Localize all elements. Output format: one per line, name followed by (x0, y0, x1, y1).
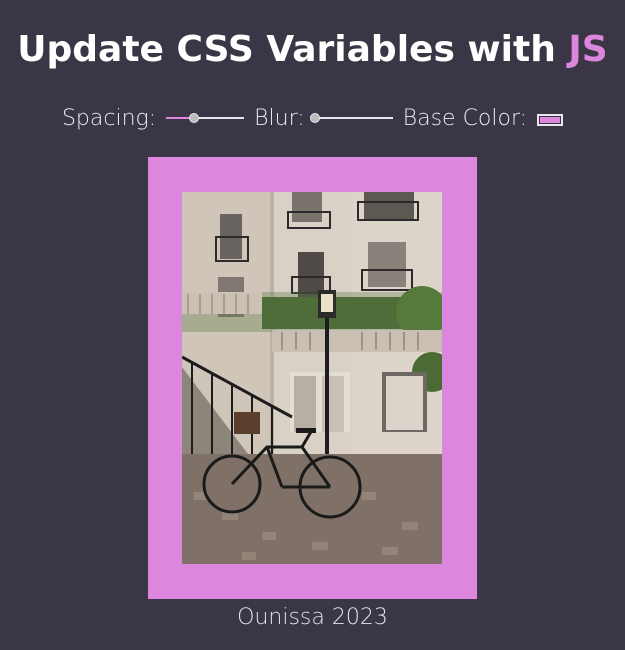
blur-slider[interactable] (309, 111, 393, 125)
title-highlight: JS (568, 29, 608, 70)
spacing-slider[interactable] (166, 111, 245, 125)
title-text: Update CSS Variables with (17, 29, 556, 70)
spacing-slider-thumb[interactable] (189, 113, 200, 123)
photo-caption: Ounissa 2023 (237, 605, 388, 630)
blur-slider-track (314, 117, 393, 119)
base-color-swatch (540, 117, 561, 123)
blur-label: Blur: (254, 105, 305, 131)
bicycle-street-photo (182, 192, 442, 564)
base-color-label: Base Color: (402, 105, 528, 131)
controls-bar: Spacing: Blur: Base Color: (0, 102, 625, 134)
blur-slider-thumb[interactable] (309, 113, 320, 123)
spacing-label: Spacing: (61, 105, 157, 131)
image-frame (148, 157, 477, 599)
page-title: Update CSS Variables with JS (0, 28, 625, 72)
base-color-picker[interactable] (537, 114, 564, 126)
